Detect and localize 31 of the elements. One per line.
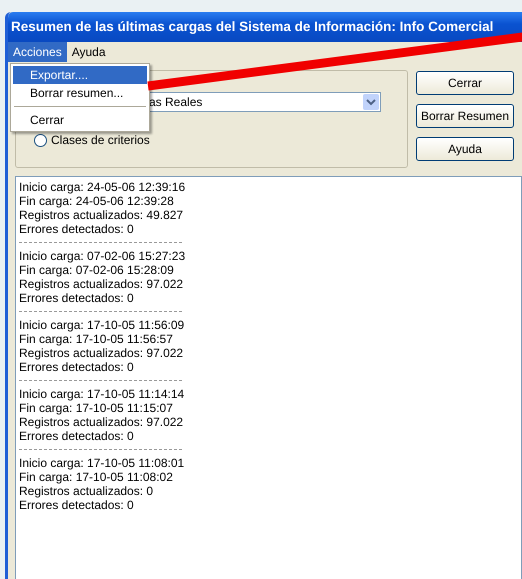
log-line: Inicio carga: 07-02-06 15:27:23 <box>19 249 186 263</box>
log-line: Errores detectados: 0 <box>19 429 135 443</box>
log-line: Registros actualizados: 97.022 <box>19 415 184 429</box>
log-line: Inicio carga: 17-10-05 11:08:01 <box>19 456 186 470</box>
log-line: Inicio carga: 17-10-05 11:14:14 <box>19 387 186 401</box>
log-line: Errores detectados: 0 <box>19 498 135 512</box>
menu-item[interactable]: Ayuda <box>66 42 111 62</box>
log-line: Fin carga: 17-10-05 11:15:07 <box>19 401 174 415</box>
log-line: Errores detectados: 0 <box>19 222 135 236</box>
log-line: Fin carga: 17-10-05 11:08:02 <box>19 470 174 484</box>
log-line: Registros actualizados: 49.827 <box>19 208 184 222</box>
log-line: Fin carga: 24-05-06 12:39:28 <box>19 194 175 208</box>
log-line: Errores detectados: 0 <box>19 360 135 374</box>
dialog-button[interactable]: Ayuda <box>416 137 514 161</box>
log-line: Inicio carga: 24-05-06 12:39:16 <box>19 180 186 194</box>
window-title: Resumen de las últimas cargas del Sistema de Información: Info Comercial <box>8 12 522 42</box>
dialog-button[interactable]: Borrar Resumen <box>416 104 514 128</box>
dropdown-value: as Reales <box>149 95 202 109</box>
log-line: Registros actualizados: 97.022 <box>19 346 184 360</box>
log-line: Fin carga: 17-10-05 11:56:57 <box>19 332 174 346</box>
log-line: Registros actualizados: 97.022 <box>19 277 184 291</box>
radio-button[interactable] <box>34 134 47 146</box>
menu-option[interactable]: Cerrar <box>13 111 147 129</box>
radio-label: Clases de criterios <box>51 133 150 147</box>
menu-item[interactable]: Acciones <box>8 42 67 62</box>
menu-option[interactable]: Exportar.... <box>13 66 147 84</box>
dialog-button[interactable]: Cerrar <box>416 71 514 95</box>
log-line: Registros actualizados: 0 <box>19 484 154 498</box>
log-line: Fin carga: 07-02-06 15:28:09 <box>19 263 175 277</box>
log-line: Errores detectados: 0 <box>19 291 135 305</box>
log-line: Inicio carga: 17-10-05 11:56:09 <box>19 318 186 332</box>
